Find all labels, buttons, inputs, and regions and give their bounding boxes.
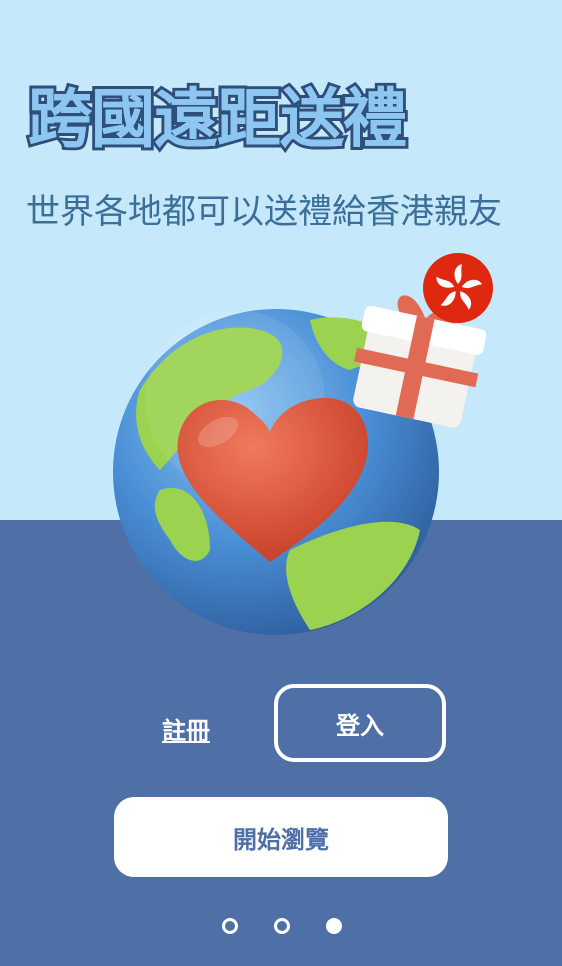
headline: 跨國遠距送禮 [28, 83, 407, 157]
pagination-dots [0, 914, 562, 938]
auth-row: 註冊 登入 [0, 684, 562, 768]
start-browsing-button[interactable]: 開始瀏覽 [114, 797, 448, 877]
page-dot-2[interactable] [274, 918, 290, 934]
globe-heart-gift-illustration [100, 250, 500, 650]
globe-illustration-svg [113, 253, 493, 635]
page-dot-1[interactable] [222, 918, 238, 934]
subtitle: 世界各地都可以送禮給香港親友 [26, 192, 502, 232]
login-button[interactable]: 登入 [274, 684, 446, 762]
hong-kong-flag-icon [423, 253, 493, 323]
page-dot-3-active[interactable] [326, 918, 342, 934]
register-link[interactable]: 註冊 [162, 711, 210, 746]
